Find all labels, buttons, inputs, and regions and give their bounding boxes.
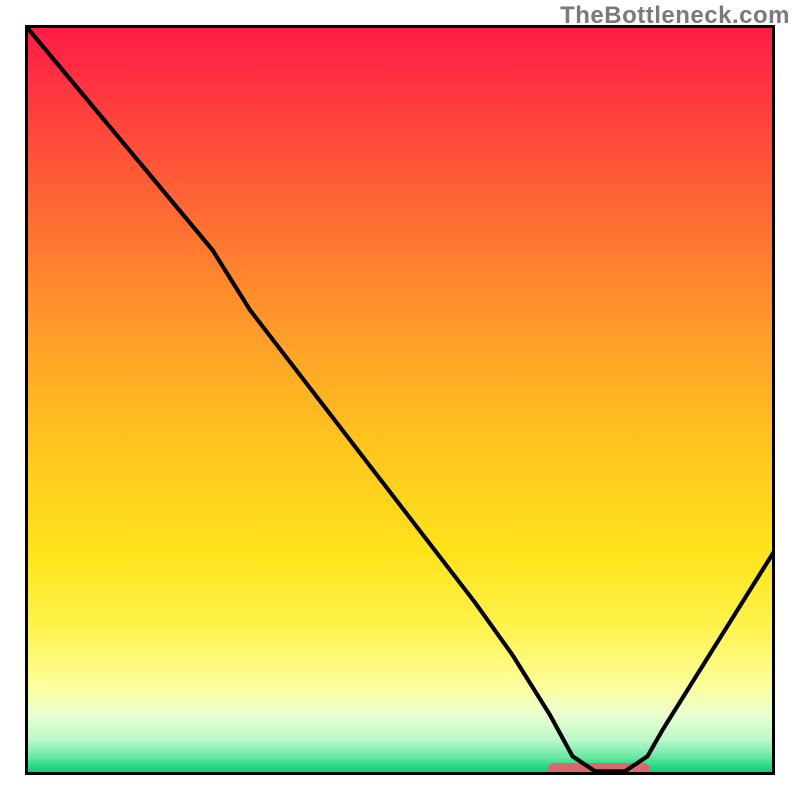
watermark-label: TheBottleneck.com: [560, 2, 790, 30]
chart-curve: [25, 25, 775, 775]
chart-plot-area: [25, 25, 775, 775]
